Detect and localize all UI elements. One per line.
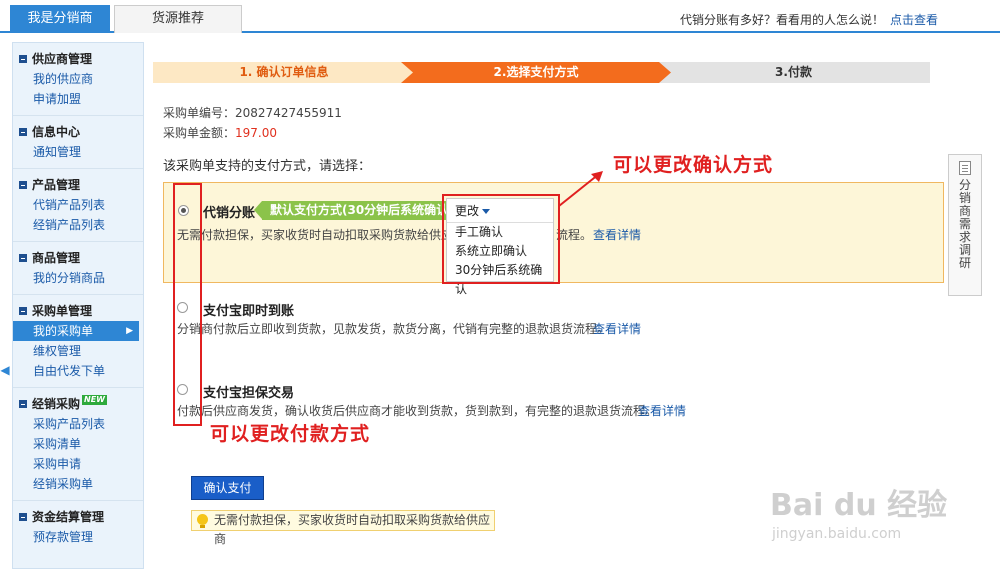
top-promo: 代销分账有多好？看看用的人怎么说！ 点击查看: [680, 11, 938, 28]
sidebar-item-my-purchase-orders[interactable]: 我的采购单 ▶: [13, 321, 139, 341]
step-pay: 3.付款: [657, 62, 930, 83]
sidebar-group-title[interactable]: 供应商管理: [19, 49, 143, 69]
sidebar-item-notices[interactable]: 通知管理: [19, 142, 143, 162]
order-number: 采购单编号：20827427455911: [163, 106, 342, 120]
option-desc-alipay-escrow: 付款后供应商发货，确认收货后供应商才能收到货款，货到款到，有完整的退款退货流程。: [177, 404, 658, 418]
sidebar-item-rights[interactable]: 维权管理: [19, 341, 143, 361]
annotation-box-dropdown: [442, 194, 560, 284]
sidebar-group-dealer-purchase: 经销采购 NEW 采购产品列表 采购清单 采购申请 经销采购单: [13, 388, 143, 501]
option-desc-alipay-instant: 分销商付款后立即收到货款，见款发货，款货分离，代销有完整的退款退货流程。: [177, 322, 610, 336]
collapse-icon[interactable]: [19, 55, 27, 63]
annotation-box-radios: [173, 183, 202, 426]
document-icon: [959, 161, 971, 175]
default-payment-tag: 默认支付方式(30分钟后系统确认): [254, 201, 460, 220]
survey-label: 分销商需求调研: [959, 178, 972, 270]
sidebar-item-purchase-product-list[interactable]: 采购产品列表: [19, 414, 143, 434]
collapse-icon[interactable]: [19, 254, 27, 262]
progress-steps: 1. 确认订单信息 3.付款 2.选择支付方式: [153, 62, 930, 83]
annotation-confirm-method: 可以更改确认方式: [613, 154, 774, 176]
confirm-payment-button[interactable]: 确认支付: [191, 476, 264, 500]
sidebar-group-products: 产品管理 代销产品列表 经销产品列表: [13, 169, 143, 242]
sidebar-group-title[interactable]: 经销采购 NEW: [19, 394, 143, 414]
view-details-link[interactable]: 查看详情: [593, 320, 641, 337]
option-title-alipay-instant: 支付宝即时到账: [203, 304, 295, 319]
collapse-icon[interactable]: [19, 181, 27, 189]
step-select-payment: 2.选择支付方式: [401, 62, 671, 83]
option-title-alipay-escrow: 支付宝担保交易: [203, 386, 295, 401]
sidebar-group-title[interactable]: 资金结算管理: [19, 507, 143, 527]
payment-tip: 无需付款担保，买家收货时自动扣取采购货款给供应商: [191, 510, 495, 546]
sidebar-group-title[interactable]: 商品管理: [19, 248, 143, 268]
tab-distributor[interactable]: 我是分销商: [10, 5, 110, 33]
order-amount-value: 197.00: [235, 126, 278, 140]
sidebar-group-funds: 资金结算管理 预存款管理: [13, 501, 143, 553]
sidebar-group-goods: 商品管理 我的分销商品: [13, 242, 143, 295]
payment-tip-text: 无需付款担保，买家收货时自动扣取采购货款给供应商: [214, 513, 491, 546]
sidebar-item-purchase-list[interactable]: 采购清单: [19, 434, 143, 454]
sidebar-item-my-goods[interactable]: 我的分销商品: [19, 268, 143, 288]
option-title-consign: 代销分账: [203, 206, 256, 221]
payment-prompt: 该采购单支持的支付方式，请选择：: [163, 159, 372, 174]
new-badge: NEW: [82, 395, 107, 405]
sidebar-collapse-arrow-icon[interactable]: ◀: [0, 360, 10, 380]
survey-float[interactable]: 分销商需求调研: [948, 154, 982, 296]
chevron-right-icon: ▶: [126, 326, 133, 336]
collapse-icon[interactable]: [19, 513, 27, 521]
sidebar-group-title[interactable]: 信息中心: [19, 122, 143, 142]
sidebar-item-prepaid[interactable]: 预存款管理: [19, 527, 143, 547]
collapse-icon[interactable]: [19, 400, 27, 408]
order-amount: 采购单金额：197.00: [163, 126, 278, 140]
sidebar-item-apply-join[interactable]: 申请加盟: [19, 89, 143, 109]
option-desc-consign-tail: 流程。: [556, 228, 593, 242]
annotation-arrow-icon: [558, 171, 603, 207]
top-promo-text: 代销分账有多好？看看用的人怎么说！: [679, 13, 884, 27]
sidebar-group-title[interactable]: 采购单管理: [19, 301, 143, 321]
lightbulb-icon: [197, 514, 208, 528]
annotation-payment-method: 可以更改付款方式: [210, 423, 371, 445]
collapse-icon[interactable]: [19, 307, 27, 315]
baidu-watermark-logo: Bai du 经验: [770, 488, 948, 523]
sidebar-item-free-dropship[interactable]: 自由代发下单: [19, 361, 143, 381]
tab-supply-recommend[interactable]: 货源推荐: [114, 5, 242, 33]
step-confirm-order: 1. 确认订单信息: [153, 62, 415, 83]
sidebar-item-dealer-products[interactable]: 经销产品列表: [19, 215, 143, 235]
view-details-link[interactable]: 查看详情: [638, 402, 686, 419]
sidebar-item-my-suppliers[interactable]: 我的供应商: [19, 69, 143, 89]
sidebar-group-purchase: 采购单管理 我的采购单 ▶ 维权管理 自由代发下单: [13, 295, 143, 388]
sidebar-item-consign-products[interactable]: 代销产品列表: [19, 195, 143, 215]
sidebar-group-info: 信息中心 通知管理: [13, 116, 143, 169]
view-details-link[interactable]: 查看详情: [593, 226, 641, 243]
sidebar-item-dealer-orders[interactable]: 经销采购单: [19, 474, 143, 494]
top-tab-bar: 我是分销商 货源推荐 代销分账有多好？看看用的人怎么说！ 点击查看: [0, 0, 1000, 33]
option-desc-consign: 无需付款担保，买家收货时自动扣取采购货款给供应商: [177, 228, 466, 242]
top-promo-link[interactable]: 点击查看: [890, 13, 938, 27]
sidebar-group-supplier: 供应商管理 我的供应商 申请加盟: [13, 43, 143, 116]
collapse-icon[interactable]: [19, 128, 27, 136]
sidebar: 供应商管理 我的供应商 申请加盟 信息中心 通知管理 产品管理 代销产品列表 经…: [12, 42, 144, 569]
sidebar-item-purchase-apply[interactable]: 采购申请: [19, 454, 143, 474]
sidebar-group-title[interactable]: 产品管理: [19, 175, 143, 195]
baidu-watermark-url: jingyan.baidu.com: [772, 526, 902, 542]
